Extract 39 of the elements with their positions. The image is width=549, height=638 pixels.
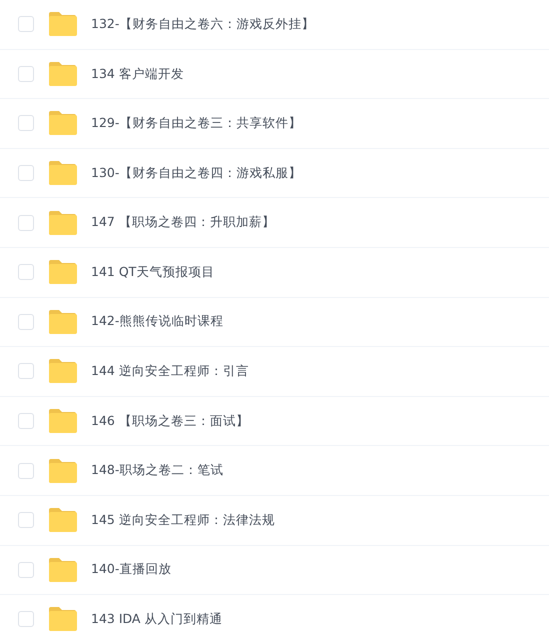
folder-name[interactable]: 148-职场之卷二：笔试 [91, 461, 224, 480]
folder-icon[interactable] [48, 458, 77, 483]
folder-icon[interactable] [48, 607, 77, 632]
checkbox[interactable] [18, 611, 34, 628]
folder-name[interactable]: 144 逆向安全工程师：引言 [91, 362, 249, 381]
folder-name[interactable]: 130-【财务自由之卷四：游戏私服】 [91, 164, 302, 182]
checkbox[interactable] [18, 115, 34, 132]
checkbox[interactable] [18, 66, 34, 82]
checkbox[interactable] [18, 562, 34, 578]
folder-name[interactable]: 140-直播回放 [91, 560, 172, 580]
checkbox[interactable] [18, 314, 34, 330]
checkbox[interactable] [18, 462, 34, 479]
checkbox[interactable] [18, 214, 34, 231]
folder-name[interactable]: 143 IDA 从入门到精通 [91, 610, 222, 629]
folder-icon[interactable] [48, 12, 77, 36]
folder-name[interactable]: 145 逆向安全工程师：法律法规 [91, 510, 275, 530]
checkbox[interactable] [18, 264, 34, 280]
folder-name[interactable]: 132-【财务自由之卷六：游戏反外挂】 [91, 14, 314, 34]
checkbox[interactable] [18, 413, 34, 430]
folder-icon[interactable] [48, 210, 77, 235]
folder-name[interactable]: 142-熊熊传说临时课程 [91, 312, 224, 332]
folder-icon[interactable] [48, 161, 77, 186]
folder-name[interactable]: 129-【财务自由之卷三：共享软件】 [91, 114, 302, 133]
folder-icon[interactable] [48, 409, 77, 434]
folder-icon[interactable] [48, 111, 77, 136]
folder-name[interactable]: 141 QT天气预报项目 [91, 262, 214, 282]
folder-icon[interactable] [48, 558, 77, 582]
folder-icon[interactable] [48, 310, 77, 334]
folder-icon[interactable] [48, 359, 77, 384]
folder-name[interactable]: 134 客户端开发 [91, 64, 184, 84]
checkbox[interactable] [18, 363, 34, 380]
folder-icon[interactable] [48, 62, 77, 86]
folder-icon[interactable] [48, 260, 77, 284]
checkbox[interactable] [18, 16, 34, 32]
folder-name[interactable]: 146 【职场之卷三：面试】 [91, 412, 249, 430]
checkbox[interactable] [18, 165, 34, 182]
folder-name[interactable]: 147 【职场之卷四：升职加薪】 [91, 213, 275, 232]
folder-icon[interactable] [48, 508, 77, 532]
checkbox[interactable] [18, 512, 34, 528]
